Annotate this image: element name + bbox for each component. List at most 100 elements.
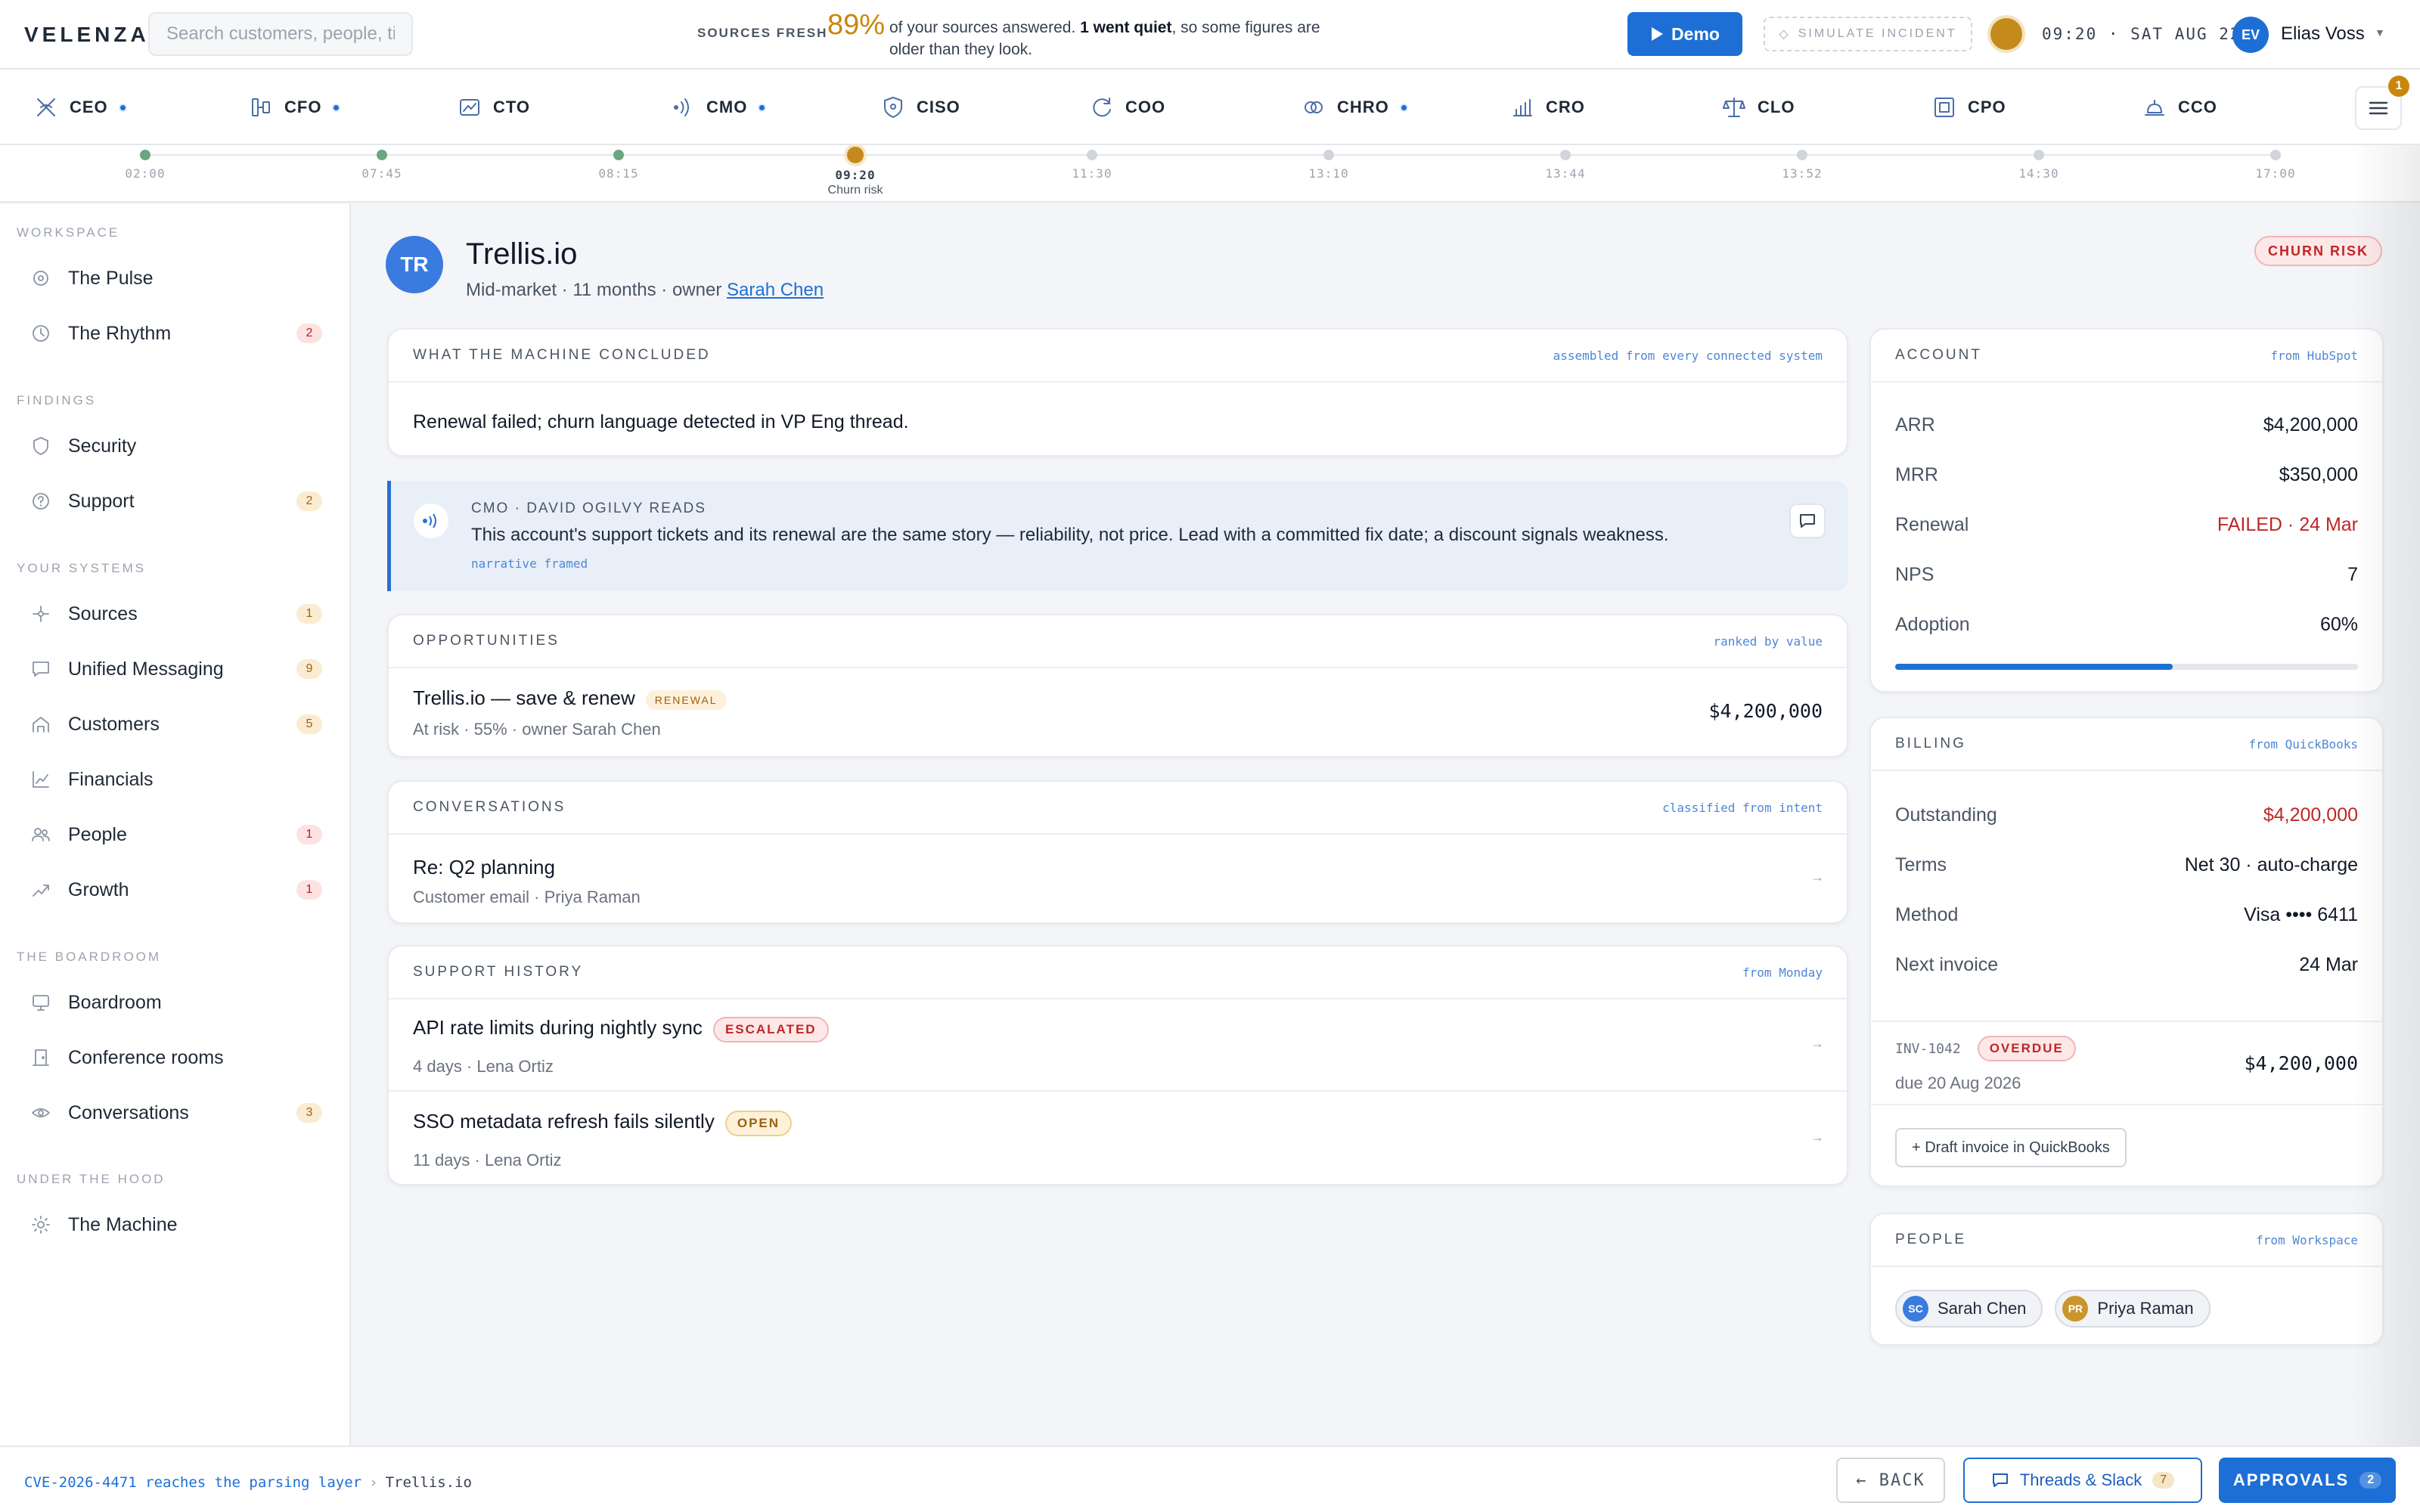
mrr-row: MRR $350,000 [1895,464,2358,486]
opportunity-row[interactable]: Trellis.io — save & renew RENEWAL At risk… [389,668,1847,758]
tab-role-ceo[interactable]: CEO [33,91,127,124]
timeline-point[interactable]: 07:45 [321,145,442,181]
sidebar-item-people[interactable]: People 1 [17,813,322,856]
tab-role-clo[interactable]: CLO [1721,91,1795,124]
timeline-time: 11:30 [1072,166,1112,181]
role-label: CFO [284,98,322,116]
sidebar-item-growth[interactable]: Growth 1 [17,869,322,911]
sidebar-item-financials[interactable]: Financials [17,758,322,801]
tab-role-cmo[interactable]: CMO [670,91,767,124]
chevron-down-icon[interactable]: ▼ [2375,26,2385,39]
cto-icon [460,99,479,116]
comment-button[interactable] [1789,503,1826,538]
person-chip[interactable]: PR Priya Raman [2055,1290,2211,1328]
comment-icon [1800,514,1815,528]
sidebar-item-conversations[interactable]: Conversations 3 [17,1092,322,1134]
chart-icon [33,771,49,788]
kv-label: Renewal [1895,514,1969,535]
cfo-icon [252,98,270,116]
timeline-time: 13:10 [1308,166,1349,181]
ticket-status-badge: OPEN [724,1110,793,1136]
role-label: COO [1125,98,1166,116]
support-history-card: SUPPORT HISTORY from Monday API rate lim… [387,945,1848,1185]
sidebar-item-badge: 1 [296,604,322,624]
cpo-icon [1934,98,1954,117]
cmo-note-label: CMO · DAVID OGILVY READS [471,500,706,516]
sidebar-section-title: UNDER THE HOOD [17,1172,166,1186]
sidebar-item-sources[interactable]: Sources 1 [17,593,322,635]
tab-role-cro[interactable]: CRO [1509,91,1585,124]
app-logo[interactable]: VELENZA. [24,23,159,47]
kv-value: 24 Mar [2299,954,2358,975]
sidebar-item-security[interactable]: Security [17,425,322,467]
timeline-point[interactable]: 13:10 [1268,145,1389,181]
sidebar-item-conference-rooms[interactable]: Conference rooms [17,1036,322,1079]
sidebar-item-boardroom[interactable]: Boardroom [17,981,322,1024]
tab-role-cfo[interactable]: CFO [248,91,341,124]
simulate-incident-button[interactable]: ◇ SIMULATE INCIDENT [1764,17,1972,51]
search-input[interactable] [148,12,413,56]
timeline-track [144,154,2276,156]
tab-role-cto[interactable]: CTO [457,91,530,124]
approvals-button[interactable]: APPROVALS 2 [2219,1458,2396,1503]
person-chip[interactable]: SC Sarah Chen [1895,1290,2043,1328]
kv-value: Visa •••• 6411 [2244,904,2358,925]
tab-role-ciso[interactable]: CISO [880,91,960,124]
sidebar-item-support[interactable]: Support 2 [17,480,322,522]
user-name[interactable]: Elias Voss [2281,23,2365,45]
method-row: Method Visa •••• 6411 [1895,904,2358,926]
adoption-row: Adoption 60% [1895,614,2358,636]
role-label: CEO [70,98,108,116]
timeline-dot [1560,150,1571,160]
user-avatar[interactable]: EV [2232,17,2269,53]
account-owner-link[interactable]: Sarah Chen [727,280,824,300]
timeline-time: 07:45 [361,166,402,181]
person-name: Sarah Chen [1938,1299,2027,1318]
sidebar-item-customers[interactable]: Customers 5 [17,703,322,745]
sources-fresh-percent: 89% [827,9,886,41]
threads-label: Threads & Slack [2019,1470,2142,1489]
threads-slack-button[interactable]: Threads & Slack 7 [1963,1458,2202,1503]
card-title: PEOPLE [1895,1232,1967,1247]
timeline-point[interactable]: 08:15 [558,145,679,181]
back-button[interactable]: ← BACK [1836,1458,1945,1503]
demo-button[interactable]: Demo [1627,12,1742,56]
sources-fresh-message: of your sources answered. 1 went quiet, … [889,19,1320,58]
conversation-row[interactable]: Re: Q2 planning Customer email · Priya R… [389,835,1847,924]
ticket-row[interactable]: SSO metadata refresh fails silently OPEN … [389,1092,1847,1185]
tab-role-coo[interactable]: COO [1089,91,1165,124]
sidebar-item-the-rhythm[interactable]: The Rhythm 2 [17,312,322,355]
sources-icon [33,606,49,622]
ticket-title: API rate limits during nightly sync [413,1016,703,1039]
timeline-point[interactable]: 17:00 [2215,145,2336,181]
role-bar: CEO CFO CTO CMO CISO COO CHRO CRO CLO CP… [0,70,2420,145]
timeline-point[interactable]: 13:52 [1742,145,1863,181]
sidebar-item-badge: 5 [296,714,322,734]
draft-invoice-button[interactable]: + Draft invoice in QuickBooks [1895,1128,2127,1167]
play-icon [1652,27,1664,41]
breadcrumb-link[interactable]: CVE-2026-4471 reaches the parsing layer [24,1474,361,1491]
invoice-row[interactable]: INV-1042 OVERDUE due 20 Aug 2026 $4,200,0… [1871,1021,2382,1105]
tab-role-cpo[interactable]: CPO [1931,91,2006,124]
sources-fresh-label: SOURCES FRESH [697,26,828,40]
timeline-time: 02:00 [125,166,166,181]
tab-role-chro[interactable]: CHRO [1301,91,1408,124]
ticket-row[interactable]: API rate limits during nightly sync ESCAL… [389,999,1847,1092]
sidebar: WORKSPACE FINDINGS YOUR SYSTEMS THE BOARDRO… [0,204,351,1445]
broadcast-icon [414,503,448,538]
timeline-point[interactable]: 11:30 [1032,145,1153,181]
role-label: CHRO [1337,98,1389,116]
timeline-point[interactable]: 02:00 [85,145,206,181]
timeline-point[interactable]: 14:30 [1978,145,2099,181]
sidebar-item-unified-messaging[interactable]: Unified Messaging 9 [17,648,322,690]
sidebar-item-the-machine[interactable]: The Machine [17,1204,322,1246]
timeline-dot [1323,150,1334,160]
timeline-point[interactable]: 13:44 [1505,145,1626,181]
clock: 09:20 · SAT AUG 22 [2042,25,2242,43]
kv-label: NPS [1895,564,1934,585]
gear-icon [32,1216,50,1234]
tab-role-cco[interactable]: CCO [2142,91,2217,124]
sidebar-item-label: Conversations [68,1101,189,1123]
timeline-point[interactable]: 09:20 Churn risk [795,145,916,197]
sidebar-item-the-pulse[interactable]: The Pulse [17,257,322,299]
